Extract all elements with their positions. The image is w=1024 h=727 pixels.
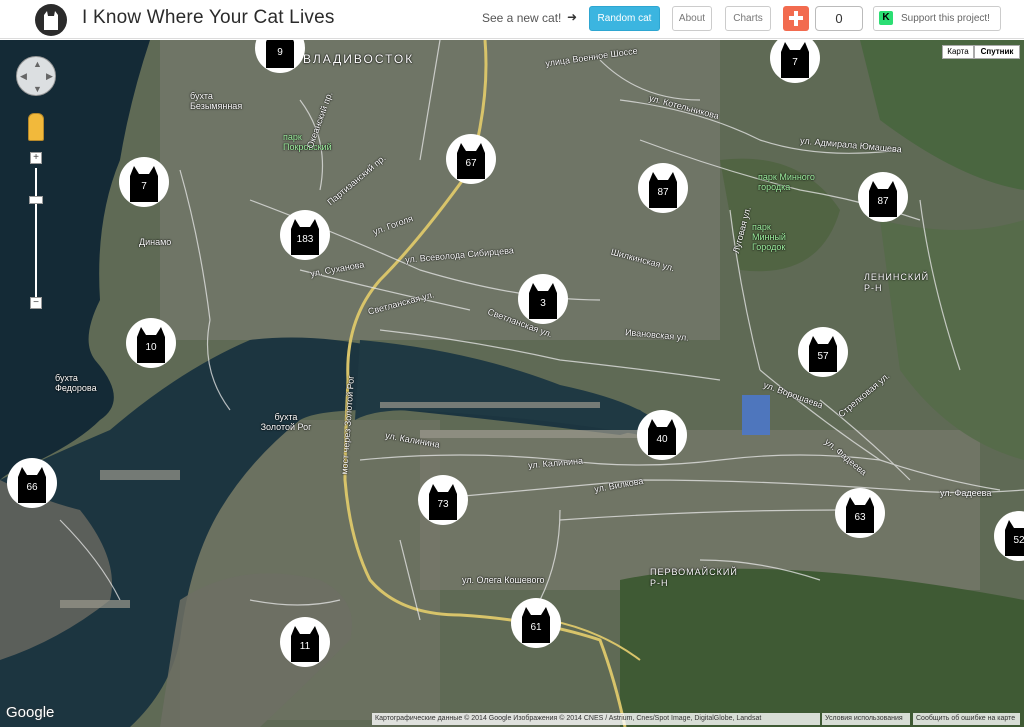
report-map-error-link[interactable]: Сообщить об ошибке на карте	[913, 713, 1020, 725]
cat-cluster-marker[interactable]: 7	[119, 157, 169, 207]
label-bukhta-bezymyannaya: бухта Безымянная	[190, 91, 243, 111]
charts-button[interactable]: Charts	[725, 6, 771, 31]
see-new-cat-label: See a new cat!	[482, 11, 562, 25]
cat-count: 63	[854, 512, 866, 523]
label-leninsky-district: ЛЕНИНСКИЙ Р-Н	[864, 272, 930, 293]
cat-cluster-marker[interactable]: 52	[994, 511, 1024, 561]
cat-cluster-marker[interactable]: 57	[798, 327, 848, 377]
cat-count: 67	[465, 158, 477, 169]
cat-cluster-marker[interactable]: 73	[418, 475, 468, 525]
cat-count: 57	[817, 351, 829, 362]
label-vladivostok: ВЛАДИВОСТОК	[303, 52, 415, 66]
map-data-attribution: Картографические данные © 2014 Google Из…	[372, 713, 820, 725]
cat-count: 52	[1013, 535, 1024, 546]
map-type-map-button[interactable]: Карта	[942, 45, 974, 59]
cat-count: 7	[792, 57, 798, 68]
label-ul-fadeeva-2: ул. Фадеева	[940, 488, 992, 498]
cat-count: 87	[657, 187, 669, 198]
pan-right-icon[interactable]: ▶	[46, 71, 53, 82]
zoom-slider-track[interactable]	[35, 168, 37, 304]
label-bukhta-zolotoy-rog: бухта Золотой Рог	[260, 412, 312, 432]
satellite-map[interactable]: ВЛАДИВОСТОК бухта Безымянная парк Покров…	[0, 40, 1024, 727]
google-plus-share-button[interactable]	[783, 6, 809, 31]
cat-cluster-marker[interactable]: 11	[280, 617, 330, 667]
cat-cluster-marker[interactable]: 7	[770, 40, 820, 83]
cat-logo-icon[interactable]	[35, 4, 67, 36]
map-type-satellite-button[interactable]: Спутник	[974, 45, 1020, 59]
label-park-minnogo-gorodka: парк Минного городка	[758, 172, 815, 192]
cat-count: 87	[877, 196, 889, 207]
cat-count: 66	[26, 482, 38, 493]
label-pervomaysky-district: ПЕРВОМАЙСКИЙ Р-Н	[650, 567, 738, 588]
cat-count: 7	[141, 181, 147, 192]
label-dinamo: Динамо	[139, 237, 172, 247]
cat-count: 73	[437, 499, 449, 510]
top-bar: I Know Where Your Cat Lives See a new ca…	[0, 0, 1024, 39]
zoom-out-button[interactable]: −	[30, 297, 42, 309]
kickstarter-icon: K	[879, 11, 893, 25]
cat-count: 10	[145, 342, 157, 353]
share-count: 0	[815, 6, 863, 31]
pan-up-icon[interactable]: ▲	[33, 59, 42, 69]
cat-count: 183	[296, 234, 314, 245]
cat-cluster-marker[interactable]: 63	[835, 488, 885, 538]
cat-count: 3	[540, 298, 546, 309]
cat-cluster-marker[interactable]: 87	[638, 163, 688, 213]
cat-cluster-marker[interactable]: 3	[518, 274, 568, 324]
cat-cluster-marker[interactable]: 183	[280, 210, 330, 260]
label-bukhta-fedorova: бухта Федорова	[55, 373, 97, 393]
terms-of-use-link[interactable]: Условия использования	[822, 713, 910, 725]
street-view-pegman-icon[interactable]	[28, 113, 44, 141]
zoom-in-button[interactable]: +	[30, 152, 42, 164]
pan-left-icon[interactable]: ◀	[20, 71, 27, 82]
cat-cluster-marker[interactable]: 61	[511, 598, 561, 648]
label-ul-olega-kosheva: ул. Олега Кошевого	[462, 575, 545, 585]
cat-count: 9	[277, 47, 283, 58]
cat-cluster-marker[interactable]: 40	[637, 410, 687, 460]
cat-cluster-marker[interactable]: 66	[7, 458, 57, 508]
pan-control[interactable]: ▲ ▼ ◀ ▶	[16, 56, 56, 96]
random-cat-button[interactable]: Random cat	[589, 6, 660, 31]
pan-down-icon[interactable]: ▼	[33, 84, 42, 94]
arrow-right-icon: ➜	[567, 10, 578, 24]
about-button[interactable]: About	[672, 6, 712, 31]
cat-count: 61	[530, 622, 542, 633]
cat-cluster-marker[interactable]: 87	[858, 172, 908, 222]
site-title[interactable]: I Know Where Your Cat Lives	[82, 7, 335, 29]
cat-cluster-marker[interactable]: 67	[446, 134, 496, 184]
label-park-minny-gorodok: парк Минный Городок	[752, 222, 786, 252]
cat-cluster-marker[interactable]: 10	[126, 318, 176, 368]
cat-count: 11	[299, 641, 311, 652]
google-logo[interactable]: Google	[6, 704, 54, 721]
cat-count: 40	[656, 434, 668, 445]
zoom-slider-handle[interactable]	[29, 196, 43, 204]
